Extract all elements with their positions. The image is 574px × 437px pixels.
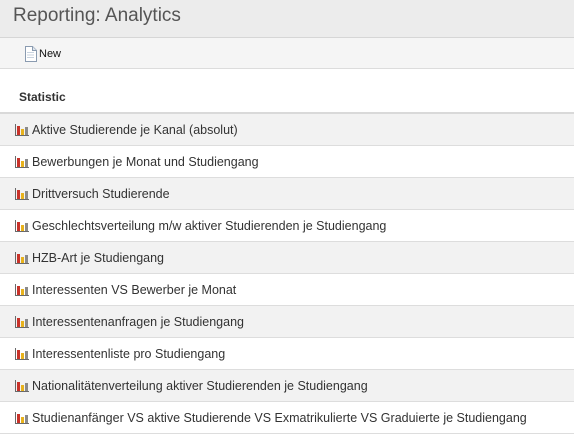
bar-chart-icon — [15, 220, 29, 232]
table-row[interactable]: Studienanfänger VS aktive Studierende VS… — [0, 402, 574, 434]
row-label: Interessenten VS Bewerber je Monat — [32, 283, 237, 297]
table-row[interactable]: Bewerbungen je Monat und Studiengang — [0, 146, 574, 178]
row-label: Aktive Studierende je Kanal (absolut) — [32, 123, 238, 137]
table-row[interactable]: Geschlechtsverteilung m/w aktiver Studie… — [0, 210, 574, 242]
title-bar: Reporting: Analytics — [0, 0, 574, 38]
table-row[interactable]: Aktive Studierende je Kanal (absolut) — [0, 114, 574, 146]
bar-chart-icon — [15, 188, 29, 200]
new-button[interactable]: New — [24, 46, 61, 62]
row-label: Nationalitätenverteilung aktiver Studier… — [32, 379, 368, 393]
table-row[interactable]: Interessenten VS Bewerber je Monat — [0, 274, 574, 306]
bar-chart-icon — [15, 284, 29, 296]
table-row[interactable]: Nationalitätenverteilung aktiver Studier… — [0, 370, 574, 402]
new-button-label: New — [39, 48, 62, 60]
row-label: Geschlechtsverteilung m/w aktiver Studie… — [32, 219, 387, 233]
row-label: HZB-Art je Studiengang — [32, 251, 165, 265]
table-row[interactable]: Drittversuch Studierende — [0, 178, 574, 210]
table-header: Statistic — [0, 69, 574, 114]
row-label: Bewerbungen je Monat und Studiengang — [32, 155, 259, 169]
page-title: Reporting: Analytics — [13, 5, 181, 26]
table-row[interactable]: HZB-Art je Studiengang — [0, 242, 574, 274]
statistics-list: Aktive Studierende je Kanal (absolut) Be… — [0, 114, 574, 434]
column-header-statistic[interactable]: Statistic — [19, 90, 66, 104]
toolbar: New — [0, 38, 574, 69]
bar-chart-icon — [15, 412, 29, 424]
bar-chart-icon — [15, 156, 29, 168]
bar-chart-icon — [15, 252, 29, 264]
bar-chart-icon — [15, 316, 29, 328]
bar-chart-icon — [15, 124, 29, 136]
row-label: Studienanfänger VS aktive Studierende VS… — [32, 411, 527, 425]
row-label: Interessentenliste pro Studiengang — [32, 347, 226, 361]
new-document-icon — [25, 46, 37, 62]
table-row[interactable]: Interessentenanfragen je Studiengang — [0, 306, 574, 338]
bar-chart-icon — [15, 348, 29, 360]
row-label: Drittversuch Studierende — [32, 187, 170, 201]
row-label: Interessentenanfragen je Studiengang — [32, 315, 244, 329]
bar-chart-icon — [15, 380, 29, 392]
table-row[interactable]: Interessentenliste pro Studiengang — [0, 338, 574, 370]
